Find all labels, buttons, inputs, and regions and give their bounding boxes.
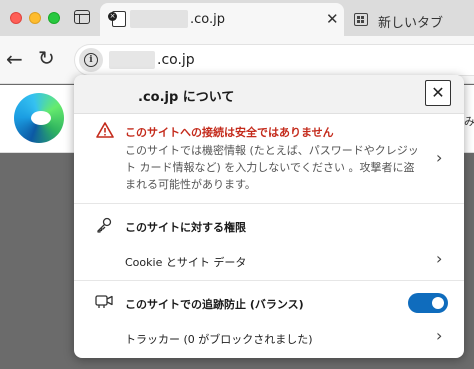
tab-close-icon[interactable]: ✕ bbox=[326, 10, 339, 28]
address-domain-redacted bbox=[109, 51, 155, 69]
key-icon bbox=[97, 217, 112, 233]
site-info-flyout: .co.jp について ✕ このサイトへの接続は安全ではありません このサイトで… bbox=[74, 75, 464, 358]
zoom-window-button[interactable] bbox=[48, 12, 60, 24]
connection-warning-row[interactable]: このサイトへの接続は安全ではありません このサイトでは機密情報 (たとえば、パス… bbox=[74, 115, 464, 204]
back-button[interactable]: ← bbox=[6, 47, 23, 71]
sidebar-toggle-icon[interactable] bbox=[74, 10, 90, 24]
address-bar[interactable]: i .co.jp bbox=[74, 44, 474, 76]
tab-new-title: 新しいタブ bbox=[378, 16, 444, 31]
page-partial-text: み bbox=[464, 115, 474, 128]
tracking-title: このサイトでの追跡防止 (バランス) bbox=[125, 298, 304, 311]
tab-title: .co.jp bbox=[190, 12, 226, 27]
insecure-badge-icon: × bbox=[108, 12, 117, 21]
chevron-right-icon[interactable]: › bbox=[436, 148, 442, 167]
chevron-right-icon[interactable]: › bbox=[436, 326, 442, 345]
flyout-title: .co.jp について bbox=[138, 90, 235, 105]
site-info-button[interactable]: i bbox=[79, 48, 103, 72]
warning-title: このサイトへの接続は安全ではありません bbox=[125, 126, 334, 139]
tab-bar: × .co.jp ✕ 新しいタブ bbox=[0, 0, 474, 36]
site-permissions-section: このサイトに対する権限 Cookie とサイト データ › bbox=[74, 205, 464, 281]
edge-logo-icon bbox=[14, 93, 64, 143]
permissions-title: このサイトに対する権限 bbox=[125, 221, 246, 234]
tab-new[interactable]: 新しいタブ bbox=[350, 3, 474, 36]
reload-button[interactable]: ↻ bbox=[38, 46, 55, 70]
trackers-link[interactable]: トラッカー (0 がブロックされました) bbox=[125, 331, 313, 347]
tracking-prevention-section: このサイトでの追跡防止 (バランス) トラッカー (0 がブロックされました) … bbox=[74, 282, 464, 358]
new-tab-page-icon bbox=[354, 13, 368, 26]
cookies-site-data-link[interactable]: Cookie とサイト データ bbox=[125, 254, 246, 270]
info-icon: i bbox=[84, 53, 98, 67]
tracking-prevention-toggle[interactable] bbox=[408, 293, 448, 313]
flyout-close-button[interactable]: ✕ bbox=[425, 80, 451, 106]
address-text[interactable]: .co.jp bbox=[157, 52, 195, 68]
tab-domain-redacted bbox=[130, 10, 188, 28]
close-window-button[interactable] bbox=[10, 12, 22, 24]
tracking-camera-icon bbox=[95, 295, 113, 308]
warning-icon bbox=[96, 122, 114, 138]
flyout-header: .co.jp について ✕ bbox=[74, 75, 464, 114]
minimize-window-button[interactable] bbox=[29, 12, 41, 24]
warning-description: このサイトでは機密情報 (たとえば、パスワードやクレジット カード情報など) を… bbox=[125, 144, 419, 191]
tab-active[interactable]: × .co.jp ✕ bbox=[100, 3, 344, 36]
chevron-right-icon[interactable]: › bbox=[436, 249, 442, 268]
